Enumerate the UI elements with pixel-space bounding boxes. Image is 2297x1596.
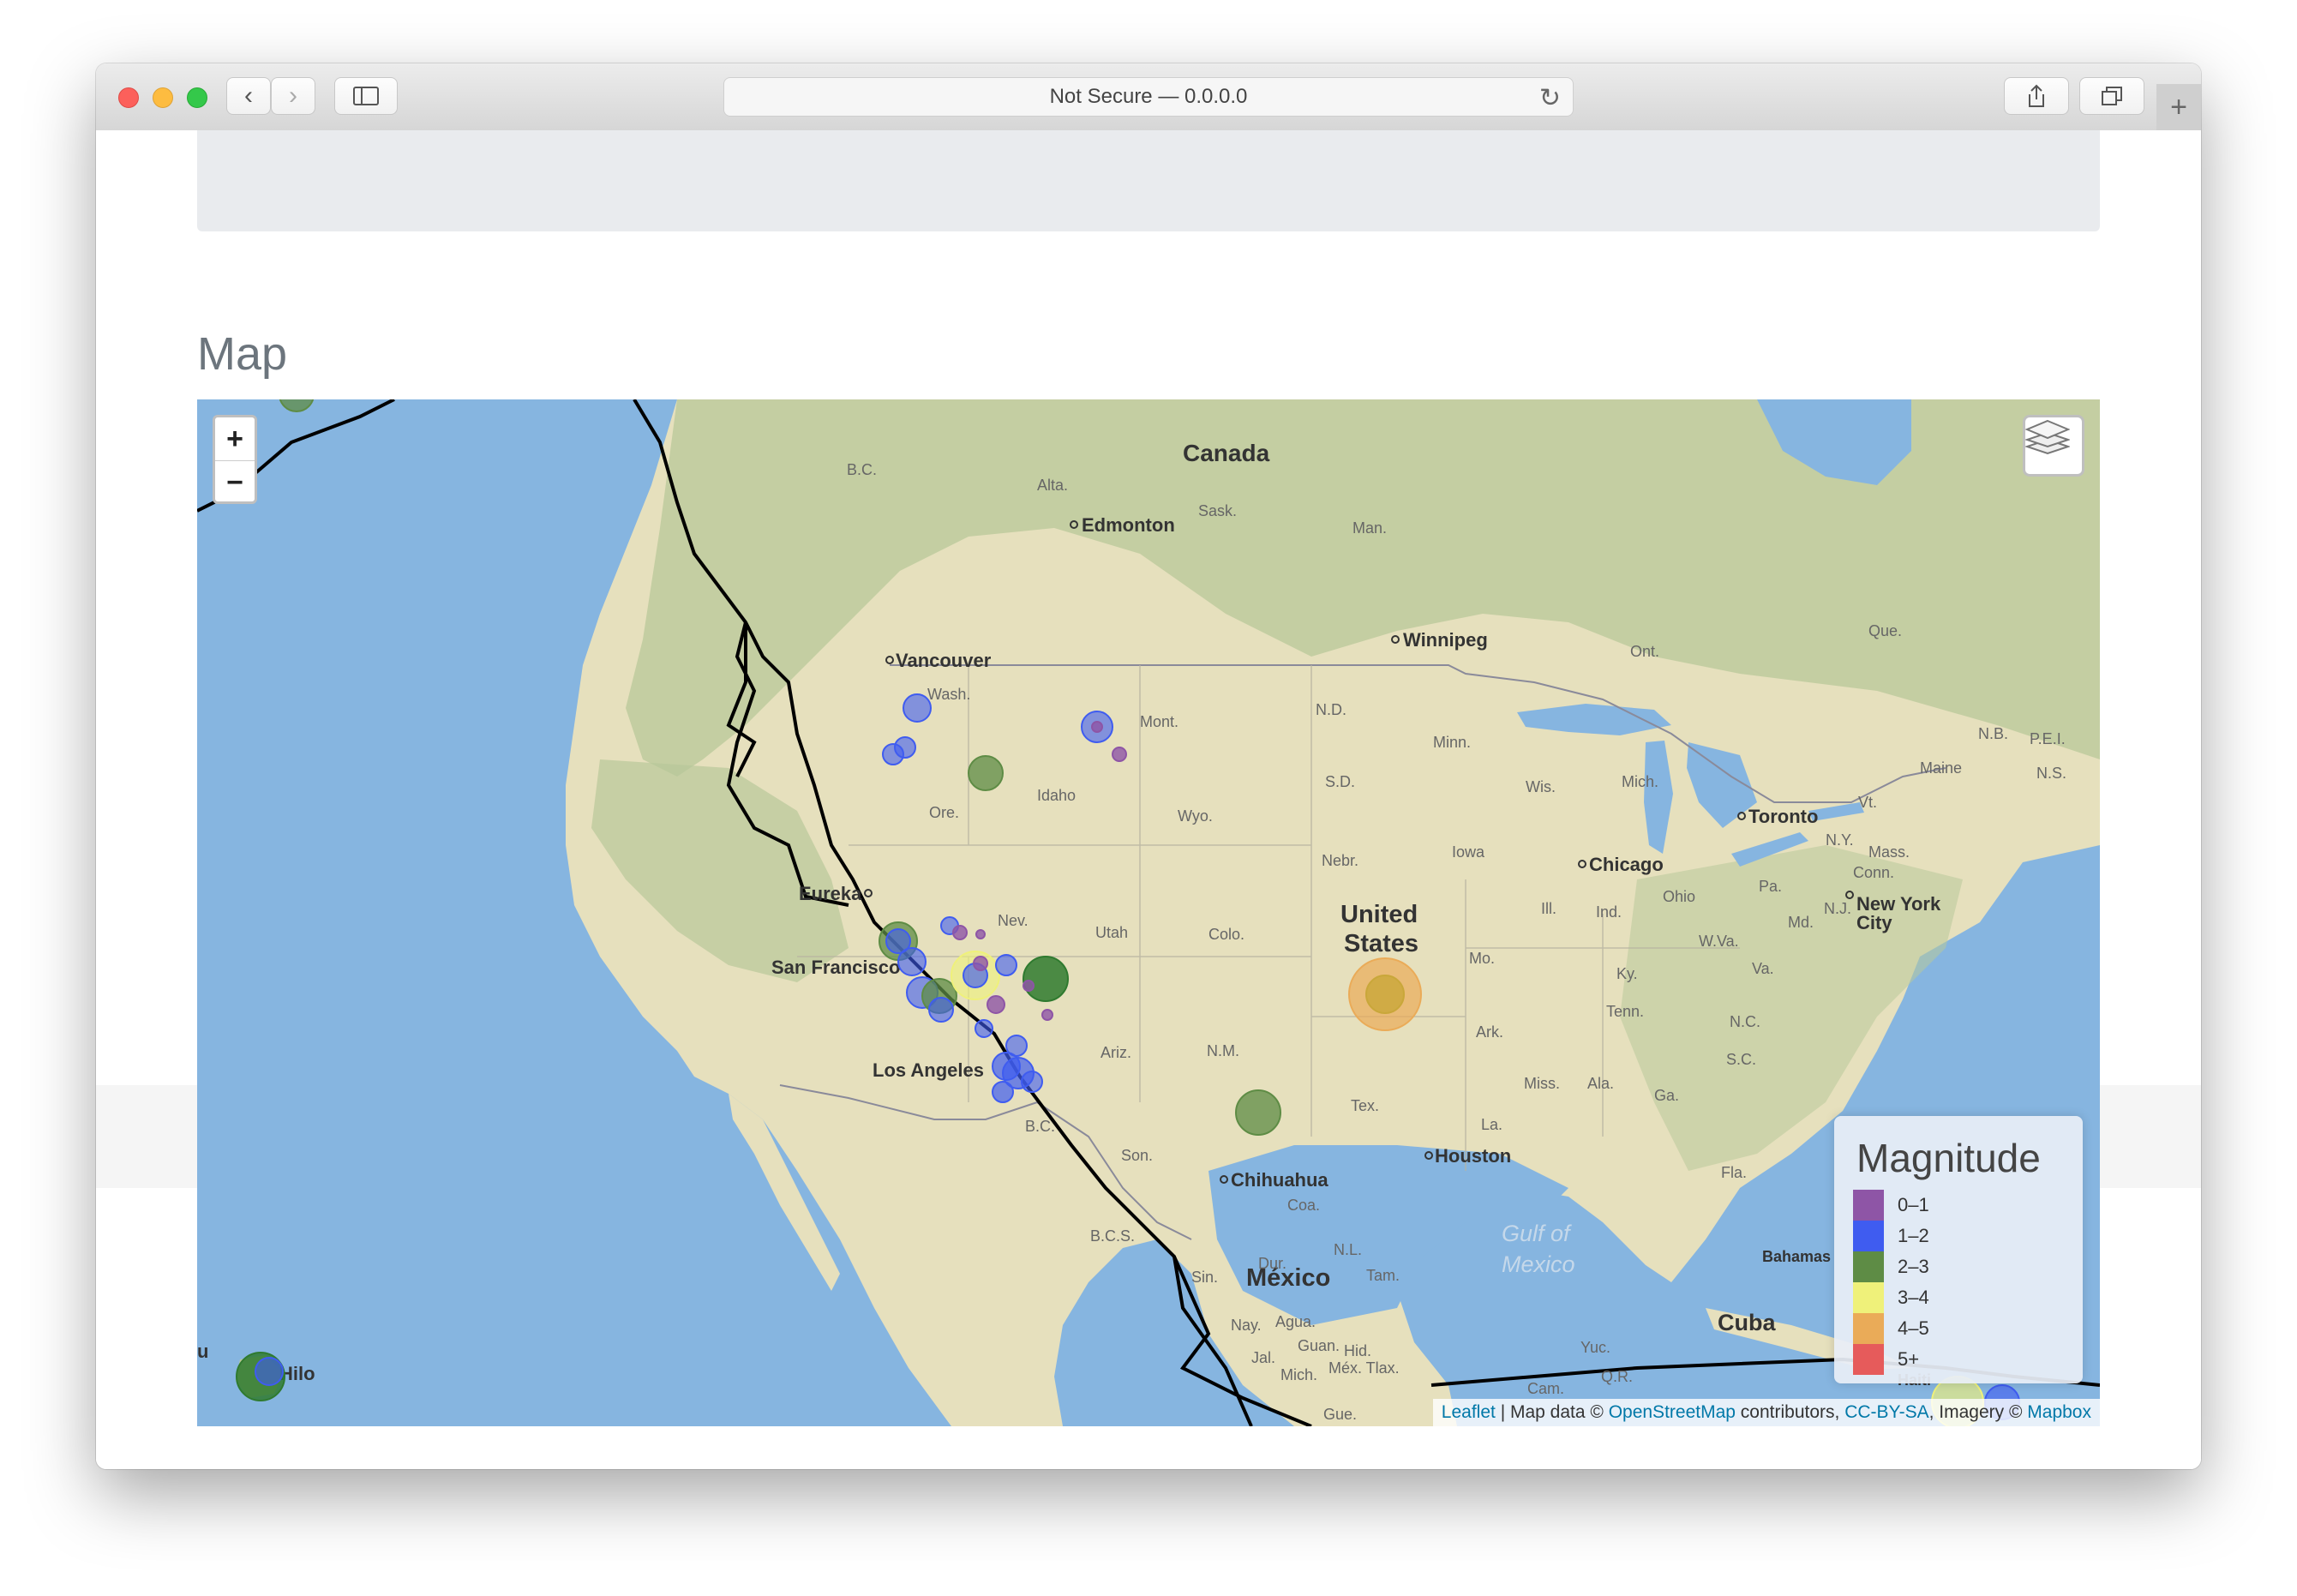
- legend-swatch: [1853, 1282, 1884, 1313]
- zoom-out-button[interactable]: −: [215, 461, 255, 504]
- browser-titlebar: ‹ › Not Secure — 0.0.0.0 ↻ +: [96, 63, 2201, 131]
- legend-label: 4–5: [1898, 1317, 1929, 1339]
- legend-label: 0–1: [1898, 1194, 1929, 1215]
- page-content: Map Canada B.C. Alta. Sask. Man. Ont. Qu…: [96, 130, 2201, 1469]
- earthquake-marker[interactable]: [1023, 980, 1035, 992]
- legend-label: 3–4: [1898, 1287, 1929, 1308]
- legend-swatch: [1853, 1313, 1884, 1344]
- section-title: Map: [197, 328, 288, 380]
- earthquake-marker[interactable]: [995, 954, 1017, 976]
- earthquake-marker[interactable]: [975, 929, 986, 939]
- layers-control-button[interactable]: [2023, 415, 2084, 477]
- legend-item: 3–4: [1853, 1282, 1929, 1313]
- legend-swatch: [1853, 1190, 1884, 1221]
- top-panel: [197, 130, 2100, 231]
- earthquake-marker[interactable]: [952, 925, 968, 940]
- maximize-window-button[interactable]: [187, 87, 207, 108]
- attribution-text-2: contributors,: [1735, 1402, 1845, 1422]
- mapbox-link[interactable]: Mapbox: [2027, 1402, 2091, 1422]
- earthquake-marker[interactable]: [1235, 1089, 1281, 1136]
- attribution-text-1: | Map data ©: [1495, 1402, 1609, 1422]
- legend-label: 1–2: [1898, 1225, 1929, 1246]
- earthquake-marker[interactable]: [975, 1019, 993, 1038]
- legend-label: 2–3: [1898, 1256, 1929, 1277]
- legend-item: 4–5: [1853, 1313, 1929, 1344]
- zoom-control: + −: [213, 415, 257, 504]
- close-window-button[interactable]: [118, 87, 139, 108]
- earthquake-marker[interactable]: [1091, 721, 1103, 733]
- earthquake-marker[interactable]: [255, 1357, 284, 1386]
- layers-icon: [2025, 419, 2070, 455]
- earthquake-markers: [236, 399, 2020, 1426]
- tabs-icon: [2102, 87, 2122, 105]
- share-icon: [2029, 84, 2044, 107]
- legend-item: 5+: [1853, 1344, 1919, 1375]
- sidebar-toggle-button[interactable]: [334, 77, 398, 115]
- attribution-text-3: , Imagery ©: [1928, 1402, 2028, 1422]
- sidebar-icon: [353, 87, 379, 105]
- legend-title: Magnitude: [1856, 1136, 2041, 1180]
- magnitude-legend: Magnitude 0–1 1–2 2–3 3–4 4–5 5+: [1834, 1116, 2083, 1383]
- back-button[interactable]: ‹: [226, 77, 271, 115]
- legend-swatch: [1853, 1344, 1884, 1375]
- ccbysa-link[interactable]: CC-BY-SA: [1844, 1402, 1928, 1422]
- minimize-window-button[interactable]: [153, 87, 173, 108]
- earthquake-marker[interactable]: [903, 693, 932, 723]
- new-tab-button[interactable]: +: [2156, 84, 2201, 130]
- earthquake-map[interactable]: Canada B.C. Alta. Sask. Man. Ont. Que. N…: [197, 399, 2100, 1426]
- earthquake-marker[interactable]: [1365, 975, 1405, 1014]
- forward-button[interactable]: ›: [271, 77, 315, 115]
- earthquake-marker[interactable]: [928, 997, 954, 1023]
- chevron-left-icon: ‹: [244, 81, 253, 110]
- zoom-in-button[interactable]: +: [215, 417, 255, 461]
- tabs-overview-button[interactable]: [2079, 77, 2144, 115]
- earthquake-marker[interactable]: [973, 956, 988, 971]
- share-button[interactable]: [2004, 77, 2069, 115]
- osm-link[interactable]: OpenStreetMap: [1609, 1402, 1736, 1422]
- address-text: Not Secure — 0.0.0.0: [1049, 85, 1248, 108]
- earthquake-marker[interactable]: [1021, 1071, 1043, 1093]
- earthquake-marker[interactable]: [1112, 747, 1127, 762]
- legend-swatch: [1853, 1251, 1884, 1282]
- legend-label: 5+: [1898, 1348, 1920, 1370]
- earthquake-marker[interactable]: [987, 995, 1005, 1014]
- map-attribution: Leaflet | Map data © OpenStreetMap contr…: [1432, 1399, 2100, 1426]
- legend-item: 0–1: [1853, 1190, 1929, 1221]
- legend-item: 2–3: [1853, 1251, 1929, 1282]
- chevron-right-icon: ›: [289, 81, 297, 110]
- earthquake-marker[interactable]: [1023, 956, 1069, 1002]
- earthquake-marker[interactable]: [1041, 1009, 1053, 1021]
- earthquake-marker[interactable]: [882, 743, 904, 765]
- leaflet-link[interactable]: Leaflet: [1442, 1402, 1496, 1422]
- reload-icon[interactable]: ↻: [1539, 83, 1561, 113]
- browser-window: ‹ › Not Secure — 0.0.0.0 ↻ + Map Canada …: [96, 63, 2201, 1469]
- earthquake-marker[interactable]: [992, 1081, 1014, 1103]
- earthquake-marker[interactable]: [279, 399, 315, 412]
- legend-swatch: [1853, 1221, 1884, 1251]
- earthquake-marker[interactable]: [968, 755, 1004, 791]
- address-bar[interactable]: Not Secure — 0.0.0.0 ↻: [723, 77, 1574, 117]
- earthquake-marker[interactable]: [897, 947, 927, 976]
- legend-item: 1–2: [1853, 1221, 1929, 1251]
